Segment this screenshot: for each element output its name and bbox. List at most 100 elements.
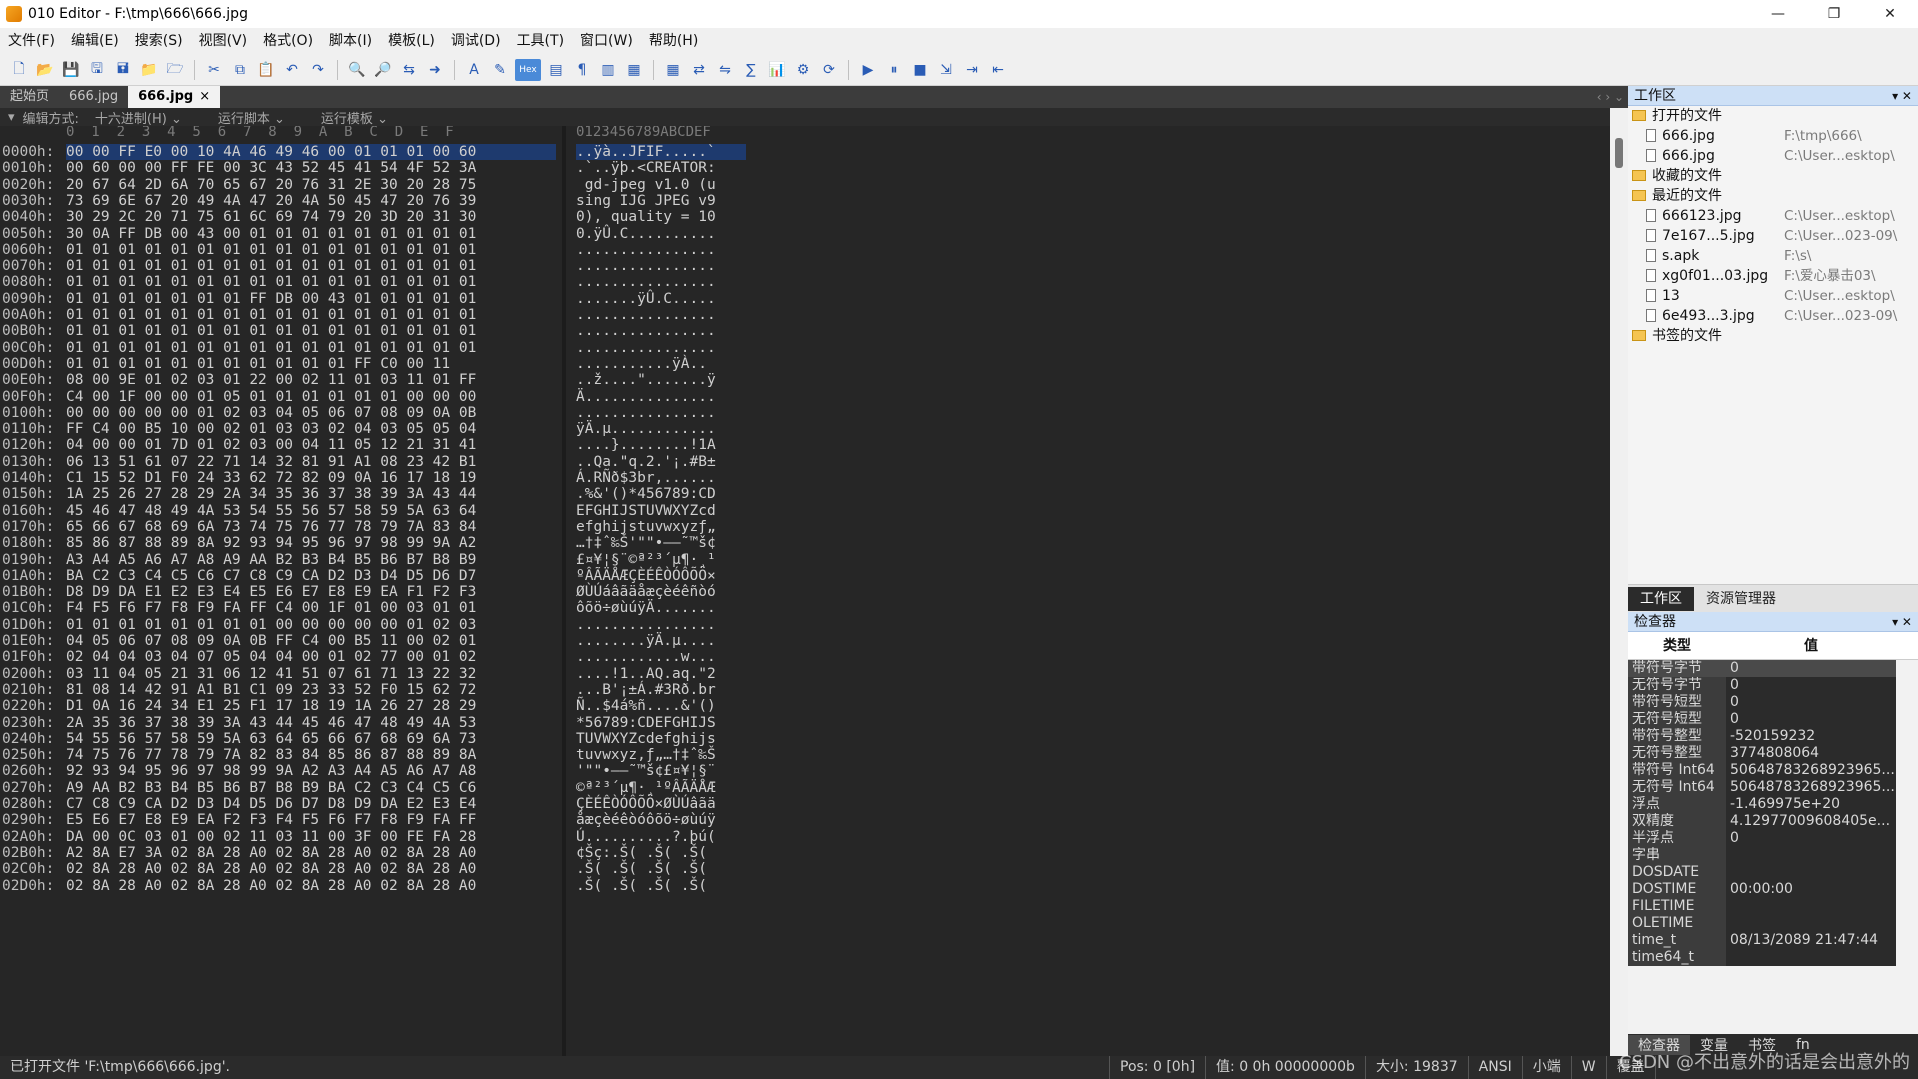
hex-mode-icon[interactable]: Hex bbox=[515, 58, 541, 81]
inspector-value[interactable]: 08/13/2089 21:47:44 bbox=[1726, 932, 1896, 949]
workspace-file[interactable]: 666.jpg F:\tmp\666\ bbox=[1628, 126, 1918, 146]
hex-bytes[interactable]: 04 05 06 07 08 09 0A 0B FF C4 00 B5 11 0… bbox=[66, 633, 556, 649]
save-icon[interactable]: 💾 bbox=[60, 59, 82, 81]
workspace-folder[interactable]: 打开的文件 bbox=[1628, 106, 1918, 126]
hex-ascii[interactable]: .Š( .Š( .Š( .Š( bbox=[576, 861, 746, 877]
collapse-icon[interactable]: ▾ bbox=[8, 110, 15, 125]
hex-bytes[interactable]: 85 86 87 88 89 8A 92 93 94 95 96 97 98 9… bbox=[66, 535, 556, 551]
hex-ascii[interactable]: ................ bbox=[576, 258, 746, 274]
hex-editor[interactable]: 0 1 2 3 4 5 6 7 8 9 A B C D E F 01234567… bbox=[0, 126, 1610, 1056]
status-encoding[interactable]: ANSI bbox=[1469, 1056, 1523, 1079]
hex-ascii[interactable]: ................ bbox=[576, 340, 746, 356]
hex-bytes[interactable]: 65 66 67 68 69 6A 73 74 75 76 77 78 79 7… bbox=[66, 519, 556, 535]
hex-bytes[interactable]: A9 AA B2 B3 B4 B5 B6 B7 B8 B9 BA C2 C3 C… bbox=[66, 780, 556, 796]
scrollbar-thumb[interactable] bbox=[1615, 138, 1623, 168]
find-replace-icon[interactable]: 🔎 bbox=[372, 59, 394, 81]
highlight-icon[interactable]: ✎ bbox=[489, 59, 511, 81]
hex-bytes[interactable]: 06 13 51 61 07 22 71 14 32 81 91 A1 08 2… bbox=[66, 454, 556, 470]
hex-ascii[interactable]: Á.RÑð$3br,...... bbox=[576, 470, 746, 486]
whitespace-icon[interactable]: ¶ bbox=[571, 59, 593, 81]
find-icon[interactable]: 🔍 bbox=[346, 59, 368, 81]
redo-icon[interactable]: ↷ bbox=[307, 59, 329, 81]
hex-ascii[interactable]: £¤¥¦§¨©ª²³´µ¶·¸¹ bbox=[576, 552, 746, 568]
tab-666-jpg[interactable]: 666.jpg bbox=[59, 86, 128, 108]
hex-bytes[interactable]: 01 01 01 01 01 01 01 01 01 01 01 01 01 0… bbox=[66, 274, 556, 290]
hex-ascii[interactable]: .%&'()*456789:CD bbox=[576, 486, 746, 502]
step-out-icon[interactable]: ⇤ bbox=[987, 59, 1009, 81]
hex-bytes[interactable]: 73 69 6E 67 20 49 4A 47 20 4A 50 45 47 2… bbox=[66, 193, 556, 209]
workspace-file[interactable]: 666.jpg C:\User...esktop\ bbox=[1628, 146, 1918, 166]
menu-item[interactable]: 模板(L) bbox=[380, 28, 443, 54]
hex-ascii[interactable]: …†‡ˆ‰Š'""•–—˜™š¢ bbox=[576, 535, 746, 551]
hex-ascii[interactable]: sing IJG JPEG v9 bbox=[576, 193, 746, 209]
hex-ascii[interactable]: efghijstuvwxyzƒ„ bbox=[576, 519, 746, 535]
inspector-row[interactable]: 带符号字节 0 bbox=[1628, 660, 1918, 677]
hex-ascii[interactable]: .......ÿÛ.C..... bbox=[576, 291, 746, 307]
compare-icon[interactable]: ⇄ bbox=[688, 59, 710, 81]
hex-ascii[interactable]: *56789:CDEFGHIJS bbox=[576, 715, 746, 731]
inspector-value[interactable]: -520159232 bbox=[1726, 728, 1896, 745]
find-in-files-icon[interactable]: ⇆ bbox=[398, 59, 420, 81]
hex-bytes[interactable]: 2A 35 36 37 38 39 3A 43 44 45 46 47 48 4… bbox=[66, 715, 556, 731]
hex-ascii[interactable]: 0.ÿÛ.C.......... bbox=[576, 226, 746, 242]
tab-explorer[interactable]: 资源管理器 bbox=[1694, 587, 1788, 611]
cut-icon[interactable]: ✂ bbox=[203, 59, 225, 81]
hex-bytes[interactable]: 20 67 64 2D 6A 70 65 67 20 76 31 2E 30 2… bbox=[66, 177, 556, 193]
workspace-folder[interactable]: 书签的文件 bbox=[1628, 326, 1918, 346]
hex-ascii[interactable]: ...........ÿÀ.. bbox=[576, 356, 746, 372]
hex-bytes[interactable]: 74 75 76 77 78 79 7A 82 83 84 85 86 87 8… bbox=[66, 747, 556, 763]
hex-bytes[interactable]: C4 00 1F 00 00 01 05 01 01 01 01 01 01 0… bbox=[66, 389, 556, 405]
workspace-folder[interactable]: 最近的文件 bbox=[1628, 186, 1918, 206]
hex-ascii[interactable]: ©ª²³´µ¶·¸¹ºÂÃÄÅÆ bbox=[576, 780, 746, 796]
inspector-value[interactable] bbox=[1726, 949, 1896, 966]
workspace-file[interactable]: xg0f01...03.jpg F:\爱心暴击03\ bbox=[1628, 266, 1918, 286]
hex-bytes[interactable]: 01 01 01 01 01 01 01 01 01 01 01 01 01 0… bbox=[66, 340, 556, 356]
hex-bytes[interactable]: 00 00 00 00 00 01 02 03 04 05 06 07 08 0… bbox=[66, 405, 556, 421]
menu-item[interactable]: 窗口(W) bbox=[572, 28, 641, 54]
inspector-row[interactable]: 无符号 Int64 50648783268923965... bbox=[1628, 779, 1918, 796]
tab-workspace[interactable]: 工作区 bbox=[1628, 586, 1694, 611]
hex-ascii[interactable]: 0), quality = 10 bbox=[576, 209, 746, 225]
hex-ascii[interactable]: ............w... bbox=[576, 649, 746, 665]
paste-icon[interactable]: 📋 bbox=[255, 59, 277, 81]
menu-item[interactable]: 帮助(H) bbox=[641, 28, 706, 54]
inspector-value[interactable]: 50648783268923965... bbox=[1726, 762, 1896, 779]
inspector-row[interactable]: 浮点 -1.469975e+20 bbox=[1628, 796, 1918, 813]
hex-bytes[interactable]: A3 A4 A5 A6 A7 A8 A9 AA B2 B3 B4 B5 B6 B… bbox=[66, 552, 556, 568]
save-as-icon[interactable]: 🖬 bbox=[112, 59, 134, 81]
hex-bytes[interactable]: 54 55 56 57 58 59 5A 63 64 65 66 67 68 6… bbox=[66, 731, 556, 747]
hex-ascii[interactable]: tuvwxyz‚ƒ„…†‡ˆ‰Š bbox=[576, 747, 746, 763]
restore-button[interactable]: ❐ bbox=[1806, 0, 1862, 28]
step-over-icon[interactable]: ⇥ bbox=[961, 59, 983, 81]
inspector-value[interactable]: 0 bbox=[1726, 660, 1896, 677]
panel-controls[interactable]: ▾ ✕ bbox=[1892, 86, 1912, 106]
step-into-icon[interactable]: ⇲ bbox=[935, 59, 957, 81]
inspector-value[interactable]: 0 bbox=[1726, 711, 1896, 728]
inspector-row[interactable]: 半浮点 0 bbox=[1628, 830, 1918, 847]
histogram-icon[interactable]: 📊 bbox=[766, 59, 788, 81]
hex-ascii[interactable]: '""•–—˜™š¢£¤¥¦§¨ bbox=[576, 763, 746, 779]
menu-item[interactable]: 搜索(S) bbox=[127, 28, 191, 54]
hex-bytes[interactable]: F4 F5 F6 F7 F8 F9 FA FF C4 00 1F 01 00 0… bbox=[66, 600, 556, 616]
split-icon[interactable]: ▥ bbox=[597, 59, 619, 81]
hex-bytes[interactable]: 00 00 FF E0 00 10 4A 46 49 46 00 01 01 0… bbox=[66, 144, 556, 160]
menu-item[interactable]: 格式(O) bbox=[255, 28, 321, 54]
hex-bytes[interactable]: 01 01 01 01 01 01 01 01 00 00 00 00 00 0… bbox=[66, 617, 556, 633]
stop-icon[interactable]: ■ bbox=[909, 59, 931, 81]
hex-bytes[interactable]: A2 8A E7 3A 02 8A 28 A0 02 8A 28 A0 02 8… bbox=[66, 845, 556, 861]
hex-ascii[interactable]: ........ÿÄ.µ.... bbox=[576, 633, 746, 649]
workspace-folder[interactable]: 收藏的文件 bbox=[1628, 166, 1918, 186]
hex-ascii[interactable]: ØÙÚáâãäåæçèéêñòó bbox=[576, 584, 746, 600]
hex-ascii[interactable]: ..Qa."q.2.'¡.#B± bbox=[576, 454, 746, 470]
hex-bytes[interactable]: 03 11 04 05 21 31 06 12 41 51 07 61 71 1… bbox=[66, 666, 556, 682]
hex-bytes[interactable]: 81 08 14 42 91 A1 B1 C1 09 23 33 52 F0 1… bbox=[66, 682, 556, 698]
hex-ascii[interactable]: ................ bbox=[576, 617, 746, 633]
hex-bytes[interactable]: 02 8A 28 A0 02 8A 28 A0 02 8A 28 A0 02 8… bbox=[66, 861, 556, 877]
hex-ascii[interactable]: ..ž....".......ÿ bbox=[576, 372, 746, 388]
hex-bytes[interactable]: FF C4 00 B5 10 00 02 01 03 03 02 04 03 0… bbox=[66, 421, 556, 437]
hex-bytes[interactable]: 1A 25 26 27 28 29 2A 34 35 36 37 38 39 3… bbox=[66, 486, 556, 502]
inspector-row[interactable]: 无符号整型 3774808064 bbox=[1628, 745, 1918, 762]
status-mode[interactable]: W bbox=[1572, 1056, 1607, 1079]
hex-bytes[interactable]: 02 04 04 03 04 07 05 04 04 00 01 02 77 0… bbox=[66, 649, 556, 665]
menu-item[interactable]: 工具(T) bbox=[509, 28, 572, 54]
